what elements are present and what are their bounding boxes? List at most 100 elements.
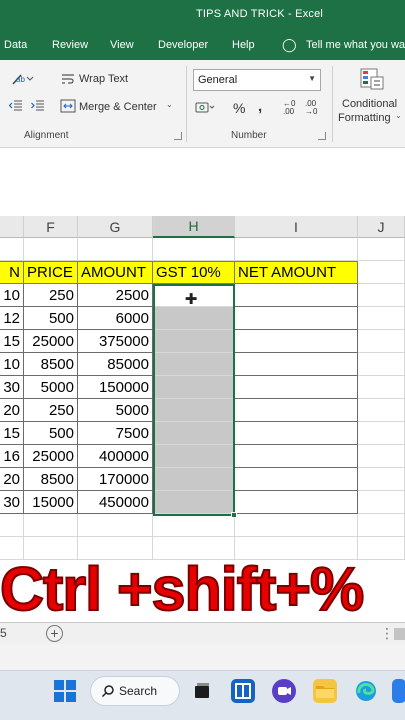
header-cell[interactable]: N [0,261,24,284]
header-cell[interactable]: PRICE [24,261,78,284]
table-cell[interactable] [235,514,358,537]
merge-center-button[interactable]: Merge & Center [79,101,157,113]
tab-review[interactable]: Review [52,39,88,51]
table-cell[interactable]: 6000 [78,307,153,330]
table-cell[interactable] [153,445,235,468]
table-cell[interactable]: 15000 [24,491,78,514]
table-cell[interactable]: 7500 [78,422,153,445]
increase-indent-icon[interactable] [30,98,46,114]
table-cell[interactable]: 12 [0,307,24,330]
table-cell[interactable]: 375000 [78,330,153,353]
table-cell[interactable] [358,238,405,261]
table-cell[interactable]: 2500 [78,284,153,307]
table-cell[interactable]: 85000 [78,353,153,376]
table-cell[interactable] [153,399,235,422]
tell-me-search[interactable]: Tell me what you wa [306,39,405,51]
table-cell[interactable] [153,353,235,376]
taskbar-search[interactable]: Search [90,676,180,706]
table-cell[interactable] [358,376,405,399]
header-cell[interactable]: GST 10% [153,261,235,284]
column-header-e[interactable] [0,216,24,238]
number-format-select[interactable]: General ▼ [193,69,321,91]
table-cell[interactable] [153,330,235,353]
column-header-g[interactable]: G [78,216,153,238]
table-cell[interactable] [358,468,405,491]
task-view-icon[interactable] [190,679,214,703]
table-cell[interactable]: 8500 [24,468,78,491]
conditional-formatting-label-1[interactable]: Conditional [342,98,397,110]
table-cell[interactable] [153,468,235,491]
table-cell[interactable] [235,399,358,422]
table-cell[interactable]: 25000 [24,330,78,353]
table-cell[interactable]: 5000 [78,399,153,422]
comma-style-button[interactable]: , [258,98,262,115]
table-cell[interactable] [235,376,358,399]
column-header-f[interactable]: F [24,216,78,238]
table-cell[interactable] [153,238,235,261]
table-cell[interactable] [235,468,358,491]
table-cell[interactable] [235,330,358,353]
table-cell[interactable] [24,238,78,261]
table-cell[interactable]: 15 [0,422,24,445]
tab-help[interactable]: Help [232,39,255,51]
increase-decimal-button[interactable]: ←0 .00 [283,100,299,116]
widgets-icon[interactable] [231,679,255,703]
accounting-format-icon[interactable] [194,98,216,118]
table-cell[interactable] [358,307,405,330]
alignment-launcher-icon[interactable] [174,132,182,140]
chat-icon[interactable] [272,679,296,703]
table-cell[interactable]: 10 [0,284,24,307]
store-icon[interactable] [392,679,405,703]
table-cell[interactable] [358,399,405,422]
edge-browser-icon[interactable] [354,679,378,703]
tab-split-handle-icon[interactable]: ⋮ [380,625,394,642]
table-cell[interactable] [235,445,358,468]
table-cell[interactable]: 20 [0,399,24,422]
column-header-j[interactable]: J [358,216,405,238]
table-cell[interactable] [153,422,235,445]
table-cell[interactable] [78,238,153,261]
column-header-h[interactable]: H [153,216,235,238]
table-cell[interactable] [153,307,235,330]
column-header-i[interactable]: I [235,216,358,238]
table-cell[interactable] [358,330,405,353]
decrease-decimal-button[interactable]: .00 →0 [305,100,321,116]
table-cell[interactable]: 150000 [78,376,153,399]
table-cell[interactable]: 10 [0,353,24,376]
merge-dropdown-icon[interactable]: ⌄ [166,100,173,109]
file-explorer-icon[interactable] [313,679,337,703]
conditional-dropdown-icon[interactable]: ⌄ [395,111,402,120]
table-cell[interactable] [0,514,24,537]
table-cell[interactable]: 15 [0,330,24,353]
table-cell[interactable] [358,284,405,307]
table-cell[interactable] [24,514,78,537]
table-cell[interactable] [358,514,405,537]
table-cell[interactable] [358,261,405,284]
table-cell[interactable] [358,445,405,468]
table-cell[interactable]: 500 [24,422,78,445]
table-cell[interactable]: 500 [24,307,78,330]
table-cell[interactable] [235,284,358,307]
table-cell[interactable] [153,514,235,537]
number-launcher-icon[interactable] [318,132,326,140]
percent-style-button[interactable]: % [233,100,245,116]
table-cell[interactable]: 250 [24,284,78,307]
table-cell[interactable] [235,307,358,330]
windows-start-icon[interactable] [54,680,76,702]
table-cell[interactable] [358,422,405,445]
table-cell[interactable]: 30 [0,491,24,514]
fill-handle[interactable] [231,512,237,518]
sheet-tab-fragment[interactable]: 5 [0,626,7,640]
header-cell[interactable]: NET AMOUNT [235,261,358,284]
table-cell[interactable] [153,491,235,514]
table-cell[interactable] [0,238,24,261]
tab-developer[interactable]: Developer [158,39,208,51]
header-cell[interactable]: AMOUNT [78,261,153,284]
orientation-icon[interactable]: ab [8,70,38,88]
table-cell[interactable]: 20 [0,468,24,491]
table-cell[interactable]: 400000 [78,445,153,468]
tab-data[interactable]: Data [4,39,27,51]
table-cell[interactable]: 8500 [24,353,78,376]
table-cell[interactable] [78,514,153,537]
table-cell[interactable]: 30 [0,376,24,399]
